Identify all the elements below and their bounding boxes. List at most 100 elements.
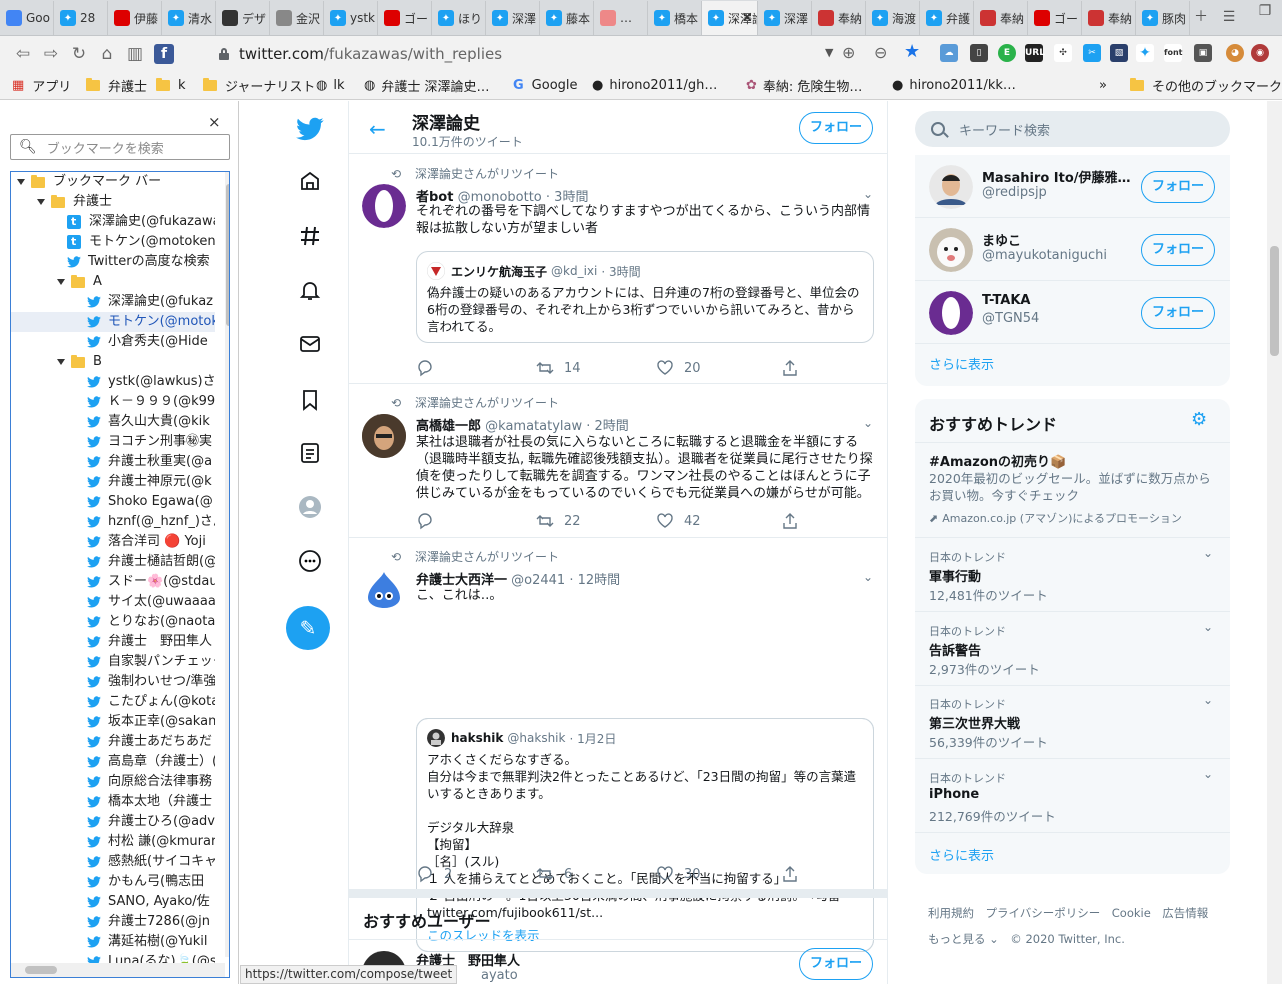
new-tab-button[interactable]: ＋ bbox=[1190, 6, 1212, 28]
avatar[interactable] bbox=[362, 184, 406, 228]
bookmark-entry[interactable]: 坂本正幸(@sakan bbox=[11, 712, 215, 732]
browser-tab[interactable]: 奉納 bbox=[1082, 1, 1136, 35]
reply-button[interactable] bbox=[416, 359, 444, 377]
chevron-down-icon[interactable]: ⌄ bbox=[1203, 620, 1213, 634]
promoted-trend[interactable]: #Amazonの初売り📦 2020年最初のビッグセール。並ばずに数万点からお買い… bbox=[915, 443, 1230, 538]
bookmark-entry[interactable]: 弁護士あだちあだ bbox=[11, 732, 215, 752]
tweet-time[interactable]: · 2時間 bbox=[586, 419, 629, 434]
bookmark-entry[interactable]: 向原総合法律事務 bbox=[11, 772, 215, 792]
expand-triangle-icon[interactable] bbox=[17, 179, 25, 185]
chevron-down-icon[interactable]: ⌄ bbox=[1203, 546, 1213, 560]
page-vertical-scrollbar[interactable] bbox=[1267, 101, 1282, 984]
evernote-icon[interactable]: E bbox=[998, 44, 1016, 62]
bookmark-item[interactable]: その他のブックマーク bbox=[1130, 76, 1282, 95]
bookmark-star-icon[interactable]: ★ bbox=[904, 41, 920, 62]
bookmark-entry[interactable]: 弁護士樋詰哲朗(@ bbox=[11, 552, 215, 572]
like-button[interactable]: 30 bbox=[656, 865, 701, 883]
font-extension-icon[interactable]: font bbox=[1164, 44, 1183, 62]
twitter-logo-icon[interactable] bbox=[296, 115, 324, 143]
more-icon[interactable] bbox=[298, 549, 322, 573]
tree-hscroll-thumb[interactable] bbox=[25, 966, 57, 974]
url-extension-icon[interactable]: URL bbox=[1025, 44, 1045, 62]
messages-mail-icon[interactable] bbox=[298, 332, 322, 356]
bookmark-entry[interactable]: ヨコチン刑事㊙実 bbox=[11, 432, 215, 452]
tweet-time[interactable]: · 12時間 bbox=[569, 573, 620, 588]
menu-icon[interactable]: ◉ bbox=[1251, 44, 1269, 62]
bookmark-item[interactable]: ✿ 奉納: 危険生物… bbox=[746, 76, 862, 95]
tab-list-icon[interactable]: ☰ bbox=[1218, 6, 1240, 28]
chevron-down-icon[interactable]: ⌄ bbox=[1203, 693, 1213, 707]
compose-tweet-button[interactable]: ✎ bbox=[286, 606, 330, 650]
browser-tab[interactable]: … bbox=[594, 1, 648, 35]
bookmark-entry[interactable]: 落合洋司 🔴 Yoji bbox=[11, 532, 215, 552]
bookmark-item[interactable]: ジャーナリスト bbox=[203, 76, 315, 95]
browser-tab[interactable]: ゴー bbox=[1028, 1, 1082, 35]
tweet-author-name[interactable]: 弁護士大西洋一 bbox=[416, 573, 507, 588]
bookmark-entry[interactable]: スドー🌸(@stdau bbox=[11, 572, 215, 592]
tweet-author-handle[interactable]: @o2441 bbox=[511, 573, 565, 588]
tweet-2[interactable]: ⟲ 深澤論史さんがリツイート 高橋雄一郎 @kamatatylaw · 2時間 ⌄… bbox=[349, 384, 887, 538]
reload-icon[interactable]: ↻ bbox=[66, 41, 92, 67]
share-button[interactable] bbox=[781, 865, 809, 883]
twitter-extension-icon[interactable]: ✦ bbox=[1136, 44, 1154, 62]
reply-button[interactable] bbox=[416, 512, 444, 530]
browser-tab[interactable]: ✦ 28 bbox=[54, 1, 108, 35]
trend-item[interactable]: 日本のトレンド ⌄ iPhone 212,769件のツイート bbox=[915, 759, 1230, 833]
bookmark-entry[interactable]: サイ太(@uwaaaa) bbox=[11, 592, 215, 612]
browser-tab[interactable]: 奉納 bbox=[812, 1, 866, 35]
reader-icon[interactable]: ▥ bbox=[122, 41, 148, 67]
twitter-search-input[interactable]: キーワード検索 bbox=[915, 111, 1230, 147]
zoom-in-icon[interactable]: ⊕ bbox=[842, 43, 855, 62]
close-icon[interactable]: × bbox=[208, 113, 221, 131]
browser-tab[interactable]: ✦ 海渡 bbox=[866, 1, 920, 35]
bookmark-item[interactable]: k bbox=[156, 78, 186, 93]
bookmark-search-input[interactable]: 🔍︎ ブックマークを検索 bbox=[10, 134, 230, 160]
extension-icon-4[interactable]: ✂ bbox=[1083, 44, 1101, 62]
trend-item[interactable]: 日本のトレンド ⌄ 軍事行動 12,481件のツイート bbox=[915, 538, 1230, 612]
bookmark-entry[interactable]: 高島章（弁護士）(@ bbox=[11, 752, 215, 772]
trend-item[interactable]: 日本のトレンド ⌄ 告訴警告 2,973件のツイート bbox=[915, 612, 1230, 686]
bookmark-entry[interactable]: 喜久山大貴(@kik bbox=[11, 412, 215, 432]
back-arrow-icon[interactable]: ← bbox=[369, 117, 386, 141]
forward-icon[interactable]: ⇨ bbox=[38, 41, 64, 67]
bookmark-entry[interactable]: 深澤論史(@fukazawa bbox=[11, 212, 215, 232]
bookmark-entry[interactable]: 弁護士秋重実(@a bbox=[11, 452, 215, 472]
tree-vertical-scrollbar[interactable] bbox=[225, 172, 229, 957]
notifications-bell-icon[interactable] bbox=[298, 278, 322, 302]
lists-icon[interactable] bbox=[298, 441, 322, 465]
bookmark-entry[interactable]: Twitterの高度な検索 bbox=[11, 252, 215, 272]
browser-tab[interactable]: Goo bbox=[0, 1, 54, 35]
profile-avatar-icon[interactable] bbox=[298, 495, 322, 519]
chevron-down-icon[interactable]: ⌄ bbox=[863, 570, 873, 584]
bookmark-item[interactable]: ● hirono2011/gh… bbox=[592, 78, 717, 93]
browser-tab[interactable]: ✦深澤論史✕ bbox=[702, 1, 758, 35]
bookmark-item[interactable]: ◍ 弁護士 深澤論史… bbox=[364, 76, 489, 95]
home-icon[interactable]: ⌂ bbox=[94, 41, 120, 67]
bookmark-entry[interactable]: ystk(@lawkus)さん bbox=[11, 372, 215, 392]
extension-icon-2[interactable]: ▯ bbox=[970, 44, 988, 62]
bookmark-entry[interactable]: モトケン(@motoken_ bbox=[11, 232, 215, 252]
browser-tab[interactable]: ✦ 弁護 bbox=[920, 1, 974, 35]
browser-tab[interactable]: ✦ 深澤 bbox=[486, 1, 540, 35]
bookmark-item[interactable]: G Google bbox=[513, 78, 578, 93]
avatar[interactable] bbox=[362, 568, 406, 612]
bookmark-entry[interactable]: 弁護士 野田隼人 bbox=[11, 632, 215, 652]
address-bar[interactable]: twitter.com/fukazawas/with_replies bbox=[207, 40, 837, 68]
browser-tab[interactable]: ゴー bbox=[378, 1, 432, 35]
chevron-down-icon[interactable]: ⌄ bbox=[863, 416, 873, 430]
follow-button[interactable]: フォロー bbox=[1141, 297, 1215, 329]
profile-icon[interactable]: ◕ bbox=[1226, 44, 1244, 62]
trend-item[interactable]: 日本のトレンド ⌄ 第三次世界大戦 56,339件のツイート bbox=[915, 686, 1230, 759]
browser-tab[interactable]: 奉納 bbox=[974, 1, 1028, 35]
who-to-follow-row[interactable]: まゆこ @mayukotaniguchi フォロー bbox=[915, 218, 1230, 281]
show-more-link[interactable]: さらに表示 bbox=[929, 845, 994, 864]
browser-tab[interactable]: 伊藤 bbox=[108, 1, 162, 35]
like-button[interactable]: 20 bbox=[656, 359, 701, 377]
bookmark-item[interactable]: ▦ アプリ bbox=[12, 76, 71, 95]
follow-button[interactable]: フォロー bbox=[799, 948, 873, 980]
close-tab-icon[interactable]: ✕ bbox=[741, 10, 753, 26]
tree-horizontal-scrollbar[interactable] bbox=[11, 963, 225, 977]
browser-tab[interactable]: 金沢 bbox=[270, 1, 324, 35]
extension-icon-3[interactable]: ✣ bbox=[1054, 44, 1072, 62]
tweet-author-name[interactable]: 高橋雄一郎 bbox=[416, 419, 481, 434]
